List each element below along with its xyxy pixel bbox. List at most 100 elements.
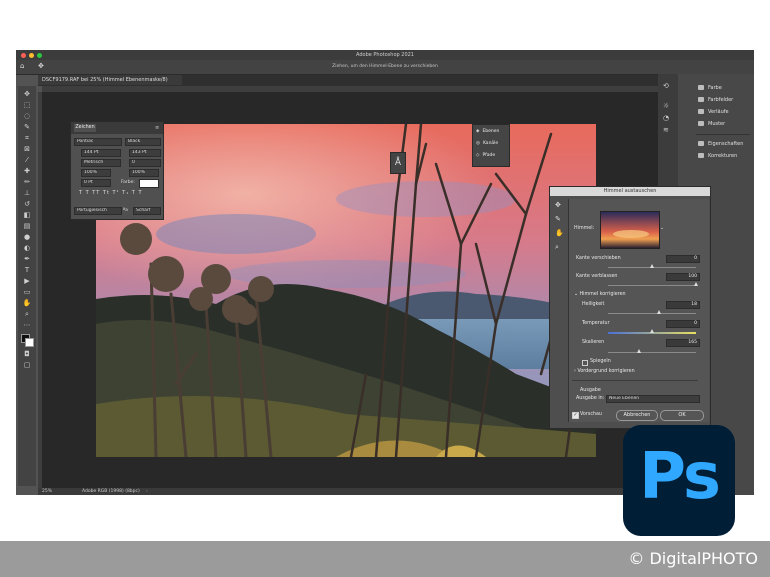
scale-value[interactable]: 165 <box>666 339 700 347</box>
history-icon[interactable]: ⟲ <box>663 82 669 90</box>
adjustments-icon <box>698 153 704 158</box>
scale-slider-thumb[interactable] <box>637 349 642 353</box>
background-color-swatch[interactable] <box>25 338 34 347</box>
logo-text: Ps <box>639 440 721 514</box>
brush-settings-icon[interactable]: ≋ <box>663 126 669 134</box>
output-to-select[interactable]: Neue Ebenen <box>606 395 700 403</box>
panel-item-farbfelder[interactable]: Farbfelder <box>698 96 733 104</box>
history-brush-icon[interactable]: ↺ <box>22 200 32 208</box>
horizontal-scale-field[interactable]: 100% <box>129 169 159 177</box>
hand-tool-icon[interactable]: ✋ <box>22 299 32 307</box>
ok-button[interactable]: OK <box>660 410 704 421</box>
quick-select-tool-icon[interactable]: ✎ <box>22 123 32 131</box>
foreground-section[interactable]: › Vordergrund korrigieren <box>574 368 635 375</box>
brightness-slider[interactable] <box>608 313 696 314</box>
panel-item-kanaele[interactable]: ◎ Kanäle <box>476 139 498 149</box>
flip-checkbox[interactable] <box>582 360 588 366</box>
pattern-icon <box>698 121 704 126</box>
panel-item-eigenschaften[interactable]: Eigenschaften <box>698 140 743 148</box>
zoom-tool-icon[interactable]: ⌕ <box>22 310 32 318</box>
color-profile: Adobe RGB (1998) (8bpc) <box>82 489 140 494</box>
panel-item-muster[interactable]: Muster <box>698 120 725 128</box>
dialog-title: Himmel austauschen <box>550 187 710 196</box>
edge-fade-label: Kante verblassen <box>576 274 618 279</box>
text-color-swatch[interactable] <box>139 179 159 188</box>
screen-mode-icon[interactable]: ▢ <box>22 361 32 369</box>
brush-tool-icon[interactable]: ✏ <box>22 178 32 186</box>
edge-fade-value[interactable]: 100 <box>666 273 700 281</box>
frame-tool-icon[interactable]: ⊠ <box>22 145 32 153</box>
document-image[interactable] <box>96 124 596 457</box>
antialias-select[interactable]: Scharf <box>133 207 161 215</box>
edge-fade-slider-thumb[interactable] <box>693 282 698 286</box>
panel-item-farbe[interactable]: Farbe <box>698 84 722 92</box>
channels-icon: ◎ <box>476 141 480 146</box>
panel-menu-icon[interactable]: ≡ <box>155 124 159 132</box>
zoom-tool-icon[interactable]: ⌕ <box>555 243 559 252</box>
edge-shift-slider-thumb[interactable] <box>649 264 654 268</box>
document-tab[interactable]: DSCF9179.RAF bei 25% (Himmel Ebenenmaske… <box>38 75 182 85</box>
status-arrow-icon[interactable]: › <box>146 488 148 495</box>
panel-item-korrekturen[interactable]: Korrekturen <box>698 152 737 160</box>
dodge-tool-icon[interactable]: ◐ <box>22 244 32 252</box>
sky-move-tool-icon[interactable]: ✥ <box>555 201 561 209</box>
sky-preset-thumbnail[interactable] <box>600 211 660 249</box>
vertical-scale-field[interactable]: 100% <box>81 169 111 177</box>
gradient-tool-icon[interactable]: ▤ <box>22 222 32 230</box>
font-size-field[interactable]: 144 Pt <box>81 149 121 157</box>
panel-item-verlaeufe[interactable]: Verläufe <box>698 108 729 116</box>
window-title: Adobe Photoshop 2021 <box>356 52 414 58</box>
tracking-field[interactable]: 0 <box>129 159 161 167</box>
temperature-value[interactable]: 0 <box>666 320 700 328</box>
font-family-select[interactable]: Pontiac <box>74 138 122 146</box>
sky-adjust-section[interactable]: ⌄ Himmel korrigieren <box>574 291 626 298</box>
leading-field[interactable]: 143 Pt <box>129 149 161 157</box>
glyphs-icon[interactable]: Å <box>390 152 406 174</box>
temperature-slider-thumb[interactable] <box>649 329 654 333</box>
sky-dropdown-chevron-icon[interactable]: ⌄ <box>660 225 664 231</box>
path-select-tool-icon[interactable]: ▶ <box>22 277 32 285</box>
language-select[interactable]: Portugiesisch <box>74 207 122 215</box>
adjust-icon[interactable]: ◔ <box>663 114 669 122</box>
zoom-level[interactable]: 25% <box>42 488 52 495</box>
sun-icon[interactable]: ☼ <box>663 102 669 110</box>
output-label: Ausgabe <box>580 388 601 393</box>
type-style-buttons[interactable]: T T TT Tt T¹ T₁ T T <box>79 189 143 197</box>
baseline-field[interactable]: 0 Pt <box>81 179 111 187</box>
brightness-value[interactable]: 18 <box>666 301 700 309</box>
marquee-tool-icon[interactable]: ⬚ <box>22 101 32 109</box>
brightness-slider-thumb[interactable] <box>657 310 662 314</box>
move-tool-icon[interactable]: ✥ <box>22 90 32 98</box>
quick-mask-icon[interactable]: ◘ <box>22 350 32 358</box>
sky-brush-tool-icon[interactable]: ✎ <box>555 215 561 223</box>
edge-shift-value[interactable]: 0 <box>666 255 700 263</box>
eyedropper-tool-icon[interactable]: ⁄ <box>22 156 32 164</box>
lasso-tool-icon[interactable]: ◌ <box>22 112 32 120</box>
eraser-tool-icon[interactable]: ◧ <box>22 211 32 219</box>
tab-zeichen[interactable]: Zeichen <box>74 124 96 132</box>
healing-tool-icon[interactable]: ✚ <box>22 167 32 175</box>
crop-tool-icon[interactable]: ⌗ <box>22 134 32 142</box>
sky-replacement-dialog: Himmel austauschen ✥ ✎ ✋ ⌕ Himmel: ⌄ Kan… <box>549 186 711 429</box>
shape-tool-icon[interactable]: ▭ <box>22 288 32 296</box>
panel-item-pfade[interactable]: ◇ Pfade <box>476 151 495 161</box>
status-bar: 25% Adobe RGB (1998) (8bpc) › <box>38 488 658 495</box>
panel-item-ebenen[interactable]: ◈ Ebenen <box>476 127 499 137</box>
temperature-label: Temperatur <box>582 321 610 326</box>
stamp-tool-icon[interactable]: ⊥ <box>22 189 32 197</box>
cancel-button[interactable]: Abbrechen <box>616 410 658 421</box>
color-label: Farbe: <box>121 180 135 185</box>
more-tools-icon[interactable]: ⋯ <box>22 321 32 329</box>
scale-label: Skalieren <box>582 340 605 345</box>
kerning-field[interactable]: Metrisch <box>81 159 121 167</box>
section-divider <box>572 380 698 381</box>
pen-tool-icon[interactable]: ✒ <box>22 255 32 263</box>
preview-checkbox[interactable]: ✓ <box>572 412 579 419</box>
layers-mini-panel: ◈ Ebenen ◎ Kanäle ◇ Pfade <box>472 124 510 167</box>
type-tool-icon[interactable]: T <box>22 266 32 274</box>
scale-slider[interactable] <box>608 352 696 353</box>
blur-tool-icon[interactable]: ● <box>22 233 32 241</box>
hand-tool-icon[interactable]: ✋ <box>555 229 564 237</box>
font-style-select[interactable]: Black <box>125 138 161 146</box>
edge-fade-slider[interactable] <box>608 285 696 286</box>
